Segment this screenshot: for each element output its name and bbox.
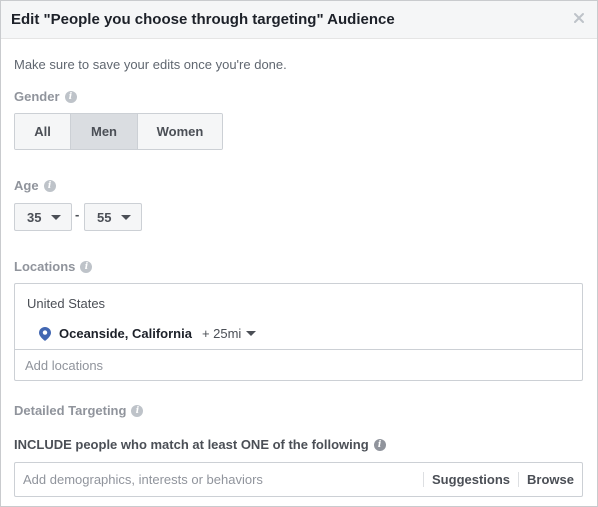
gender-label: Gender i bbox=[14, 89, 77, 104]
include-label: INCLUDE people who match at least ONE of… bbox=[14, 437, 386, 452]
info-icon[interactable]: i bbox=[80, 260, 93, 273]
edit-audience-dialog: Edit "People you choose through targetin… bbox=[0, 0, 598, 507]
info-icon[interactable]: i bbox=[64, 90, 77, 103]
locations-label-text: Locations bbox=[14, 259, 76, 274]
location-radius-value: + 25mi bbox=[201, 326, 242, 341]
detailed-targeting-label-text: Detailed Targeting bbox=[14, 403, 127, 418]
detailed-targeting-input[interactable]: Add demographics, interests or behaviors bbox=[23, 463, 423, 496]
suggestions-button[interactable]: Suggestions bbox=[423, 472, 518, 487]
info-icon[interactable]: i bbox=[131, 404, 144, 417]
age-max-value: 55 bbox=[97, 209, 112, 225]
detailed-targeting-label: Detailed Targeting i bbox=[14, 403, 144, 418]
save-hint: Make sure to save your edits once you're… bbox=[14, 57, 287, 72]
browse-button[interactable]: Browse bbox=[518, 472, 582, 487]
age-min-select[interactable]: 35 bbox=[14, 203, 72, 231]
chevron-down-icon bbox=[51, 214, 62, 220]
age-min-value: 35 bbox=[27, 209, 42, 225]
location-country: United States bbox=[27, 296, 106, 311]
dialog-title: Edit "People you choose through targetin… bbox=[11, 11, 395, 28]
detailed-targeting-box: Add demographics, interests or behaviors… bbox=[14, 462, 583, 497]
locations-box: United States Oceanside, California + 25… bbox=[14, 283, 583, 381]
info-icon[interactable]: i bbox=[373, 438, 386, 451]
location-item: Oceanside, California + 25mi bbox=[39, 326, 257, 341]
gender-women-button[interactable]: Women bbox=[138, 114, 222, 149]
include-label-text: INCLUDE people who match at least ONE of… bbox=[14, 437, 369, 452]
chevron-down-icon bbox=[246, 331, 257, 336]
age-separator: - bbox=[75, 207, 80, 222]
info-icon[interactable]: i bbox=[43, 179, 56, 192]
gender-selector: All Men Women bbox=[14, 113, 223, 150]
gender-all-button[interactable]: All bbox=[15, 114, 71, 149]
gender-label-text: Gender bbox=[14, 89, 60, 104]
gender-men-button[interactable]: Men bbox=[71, 114, 138, 149]
age-label-text: Age bbox=[14, 178, 39, 193]
age-label: Age i bbox=[14, 178, 56, 193]
add-locations-input[interactable]: Add locations bbox=[15, 349, 582, 380]
map-pin-icon bbox=[39, 326, 51, 341]
dialog-header: Edit "People you choose through targetin… bbox=[1, 1, 597, 39]
location-city: Oceanside, California bbox=[59, 326, 192, 341]
location-radius-dropdown[interactable]: + 25mi bbox=[201, 326, 257, 341]
age-max-select[interactable]: 55 bbox=[84, 203, 142, 231]
chevron-down-icon bbox=[121, 214, 132, 220]
close-icon[interactable] bbox=[571, 10, 587, 26]
targeting-actions: Suggestions Browse bbox=[423, 463, 582, 496]
locations-label: Locations i bbox=[14, 259, 93, 274]
